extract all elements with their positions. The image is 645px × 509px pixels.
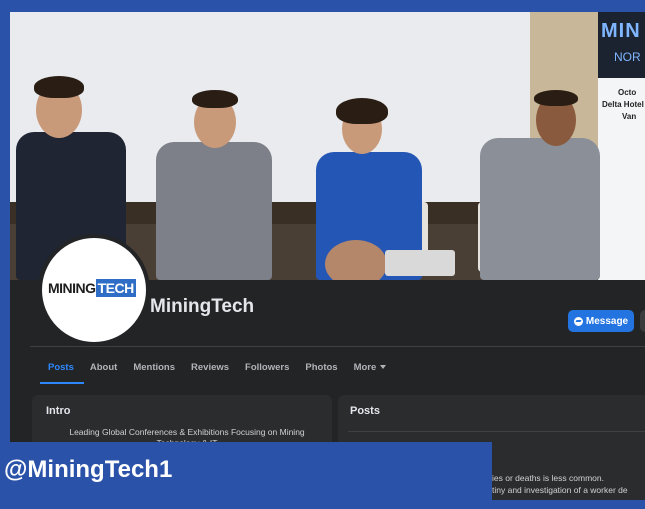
audience-head <box>325 240 387 280</box>
banner-subtitle: NOR <box>614 50 641 64</box>
tab-reviews[interactable]: Reviews <box>183 360 237 380</box>
page-tabs: Posts About Mentions Reviews Followers P… <box>40 360 394 380</box>
panelist-2 <box>156 142 272 280</box>
messenger-icon <box>573 316 583 326</box>
more-actions-button[interactable] <box>640 310 645 332</box>
tab-more-label: More <box>353 362 377 373</box>
message-button[interactable]: Message <box>568 310 634 332</box>
banner-venue: Delta Hotel <box>602 100 644 109</box>
banner-header: MIN NOR <box>598 12 645 78</box>
tab-followers[interactable]: Followers <box>237 360 297 380</box>
tab-photos[interactable]: Photos <box>297 360 345 380</box>
panelist-3-hair <box>336 98 388 124</box>
message-button-label: Message <box>585 315 629 327</box>
panelist-1-hair <box>34 76 84 98</box>
intro-title: Intro <box>46 405 71 417</box>
social-handle-banner: @MiningTech1 <box>0 442 492 500</box>
panelist-4 <box>480 138 600 280</box>
divider <box>30 346 645 347</box>
logo-text-mining: MINING <box>48 280 96 296</box>
event-banner: MIN NOR Octo Delta Hotel Van <box>598 12 645 280</box>
logo-text-tech: TECH <box>95 279 136 297</box>
social-handle: @MiningTech1 <box>4 456 173 483</box>
tab-about[interactable]: About <box>82 360 125 380</box>
banner-title: MIN <box>601 20 641 42</box>
tab-posts[interactable]: Posts <box>40 360 82 380</box>
profile-avatar[interactable]: MINING TECH <box>38 234 150 346</box>
tab-more[interactable]: More <box>346 360 395 380</box>
bottom-bar <box>0 500 645 509</box>
posts-title: Posts <box>350 405 380 417</box>
banner-city: Van <box>622 112 637 121</box>
miningtech-logo: MINING TECH <box>48 279 136 297</box>
post-snippet-line: tiny and investigation of a worker de <box>492 485 628 495</box>
banner-date: Octo <box>618 88 637 97</box>
screenshot-frame: MIN NOR Octo Delta Hotel Van MINING TECH… <box>10 12 645 509</box>
projector <box>385 250 455 276</box>
page-title[interactable]: MiningTech <box>150 296 254 318</box>
tab-mentions[interactable]: Mentions <box>125 360 183 380</box>
panelist-4-hair <box>534 90 578 106</box>
divider <box>348 431 645 432</box>
active-tab-indicator <box>40 382 84 384</box>
post-snippet-line: ies or deaths is less common. <box>492 473 604 483</box>
panelist-2-hair <box>192 90 238 108</box>
caret-down-icon <box>380 365 387 370</box>
